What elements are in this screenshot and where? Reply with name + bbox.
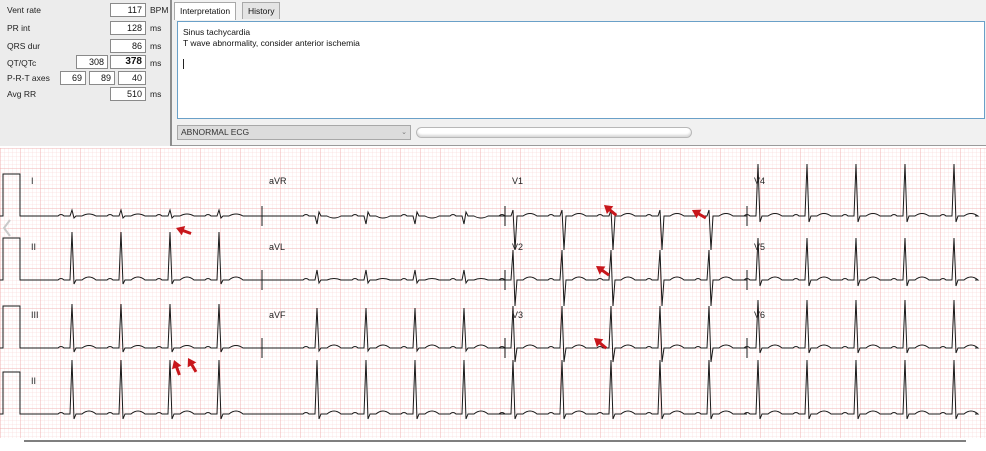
lead-label-avf: aVF (269, 310, 286, 320)
lead-label-avl: aVL (269, 242, 285, 252)
measurements-panel: Vent rate 117 BPM PR int 128 ms QRS dur … (0, 0, 172, 146)
vent-rate-unit: BPM (150, 5, 169, 15)
qtc-value: 378 (110, 55, 146, 69)
r-axis-value: 89 (89, 71, 115, 85)
qrs-dur-value: 86 (110, 39, 146, 53)
lead-label-v5: V5 (754, 242, 765, 252)
qt-qtc-unit: ms (150, 58, 162, 68)
lead-label-rhythm-ii: II (31, 376, 36, 386)
lead-label-v1: V1 (512, 176, 523, 186)
classification-value: ABNORMAL ECG (181, 127, 250, 137)
ecg-chart: I aVR V1 V4 II aVL V2 V5 III aVF V3 V6 I… (0, 148, 986, 451)
p-axis-value: 69 (60, 71, 86, 85)
t-axis-value: 40 (118, 71, 146, 85)
text-caret (183, 59, 184, 69)
lead-label-v4: V4 (754, 176, 765, 186)
ecg-tracing-area: I aVR V1 V4 II aVL V2 V5 III aVF V3 V6 I… (0, 148, 986, 451)
lead-label-v6: V6 (754, 310, 765, 320)
tab-interpretation[interactable]: Interpretation (174, 2, 237, 20)
chevron-down-icon: ⌄ (401, 129, 407, 136)
ecg-grid (0, 148, 986, 438)
lead-label-v3: V3 (512, 310, 523, 320)
pr-int-unit: ms (150, 23, 162, 33)
interpretation-textarea[interactable]: Sinus tachycardia T wave abnormality, co… (177, 21, 985, 119)
lead-label-iii: III (31, 310, 39, 320)
horizontal-slider[interactable] (416, 127, 692, 138)
interpretation-line-1: Sinus tachycardia (183, 27, 251, 37)
tab-history[interactable]: History (242, 2, 281, 19)
classification-dropdown[interactable]: ABNORMAL ECG ⌄ (177, 125, 411, 140)
vent-rate-label: Vent rate (7, 5, 42, 15)
interpretation-line-2: T wave abnormality, consider anterior is… (183, 38, 360, 48)
lead-label-ii: II (31, 242, 36, 252)
qt-qtc-label: QT/QTc (7, 58, 37, 68)
qrs-dur-unit: ms (150, 41, 162, 51)
pr-int-value: 128 (110, 21, 146, 35)
pr-int-label: PR int (7, 23, 31, 33)
lead-label-i: I (31, 176, 34, 186)
avg-rr-unit: ms (150, 89, 162, 99)
qt-value: 308 (76, 55, 108, 69)
avg-rr-label: Avg RR (7, 89, 37, 99)
axes-label: P-R-T axes (7, 73, 50, 83)
top-panel: Vent rate 117 BPM PR int 128 ms QRS dur … (0, 0, 986, 146)
avg-rr-value: 510 (110, 87, 146, 101)
lead-label-avr: aVR (269, 176, 287, 186)
qrs-dur-label: QRS dur (7, 41, 41, 51)
vent-rate-value: 117 (110, 3, 146, 17)
lead-label-v2: V2 (512, 242, 523, 252)
